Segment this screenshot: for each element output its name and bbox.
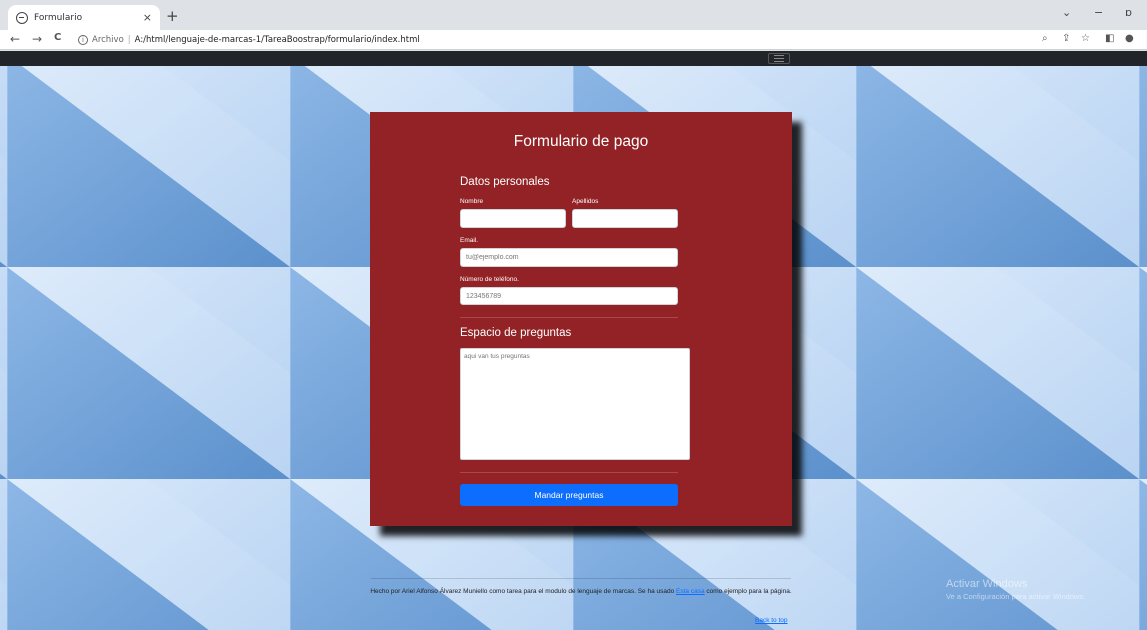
menu-bar-icon bbox=[774, 61, 784, 62]
profile-icon[interactable]: ● bbox=[1125, 33, 1134, 44]
label-phone: Número de teléfono. bbox=[460, 276, 519, 283]
restore-icon[interactable]: ɒ bbox=[1125, 6, 1132, 19]
address-bar[interactable]: i Archivo | A:/html/lenguaje-de-marcas-1… bbox=[78, 32, 1018, 48]
browser-toolbar: ← → C i Archivo | A:/html/lenguaje-de-ma… bbox=[0, 30, 1147, 50]
globe-icon bbox=[16, 11, 28, 24]
label-apellidos: Apellidos bbox=[572, 198, 599, 205]
navbar-toggler[interactable] bbox=[768, 53, 790, 64]
payment-form-card: Formulario de pago Datos personales Nomb… bbox=[370, 112, 792, 526]
nombre-input[interactable] bbox=[460, 209, 566, 228]
watermark-subtitle: Ve a Configuración para activar Windows. bbox=[946, 592, 1086, 601]
questions-textarea[interactable] bbox=[460, 348, 690, 460]
tab-search-icon[interactable]: ⌄ bbox=[1062, 6, 1071, 19]
phone-input[interactable] bbox=[460, 287, 678, 305]
browser-tab-strip: Formulario × + ⌄ − ɒ bbox=[0, 0, 1147, 30]
zoom-icon[interactable]: ⌕ bbox=[1042, 33, 1048, 44]
reload-icon[interactable]: C bbox=[54, 32, 61, 43]
url-scheme-label: Archivo bbox=[92, 35, 124, 45]
forward-icon[interactable]: → bbox=[32, 32, 42, 46]
label-nombre: Nombre bbox=[460, 198, 484, 205]
info-icon[interactable]: i bbox=[78, 35, 88, 45]
url-separator: | bbox=[127, 35, 131, 45]
watermark-title: Activar Windows bbox=[946, 578, 1028, 590]
section-title-personal: Datos personales bbox=[460, 176, 550, 188]
footer-credits: Hecho por Ariel Alfonso Álvarez Muniello… bbox=[368, 586, 794, 597]
apellidos-input[interactable] bbox=[572, 209, 678, 228]
windows-activation-watermark: Activar Windows Ve a Configuración para … bbox=[946, 578, 1085, 601]
back-to-top-link[interactable]: Back to top bbox=[755, 617, 788, 624]
browser-tab[interactable]: Formulario × bbox=[8, 5, 160, 30]
share-icon[interactable]: ⇪ bbox=[1062, 33, 1070, 44]
web-page: Formulario de pago Datos personales Nomb… bbox=[0, 51, 1147, 630]
minimize-icon[interactable]: − bbox=[1094, 6, 1103, 19]
divider bbox=[460, 472, 678, 473]
new-tab-icon[interactable]: + bbox=[166, 7, 179, 25]
footer-text-start: Hecho por Ariel Alfonso Álvarez Muniello… bbox=[370, 588, 677, 595]
form-title: Formulario de pago bbox=[513, 133, 649, 150]
footer-text-end: como ejemplo para la página. bbox=[704, 588, 792, 595]
side-panel-icon[interactable]: ◧ bbox=[1105, 33, 1114, 44]
close-tab-icon[interactable]: × bbox=[143, 11, 152, 24]
label-email: Email. bbox=[460, 237, 479, 244]
submit-questions-button[interactable]: Mandar preguntas bbox=[460, 484, 678, 506]
bookmark-star-icon[interactable]: ☆ bbox=[1081, 33, 1090, 44]
back-icon[interactable]: ← bbox=[10, 32, 20, 46]
tab-title: Formulario bbox=[34, 12, 83, 23]
menu-bar-icon bbox=[774, 55, 784, 56]
menu-bar-icon bbox=[774, 58, 784, 59]
section-title-questions: Espacio de preguntas bbox=[460, 327, 572, 339]
top-navbar bbox=[0, 51, 1147, 66]
footer-divider bbox=[371, 578, 791, 579]
url-text[interactable]: A:/html/lenguaje-de-marcas-1/TareaBoostr… bbox=[135, 35, 420, 45]
email-input[interactable] bbox=[460, 248, 678, 267]
divider bbox=[460, 317, 678, 318]
example-site-link[interactable]: Esta casa bbox=[676, 588, 705, 595]
